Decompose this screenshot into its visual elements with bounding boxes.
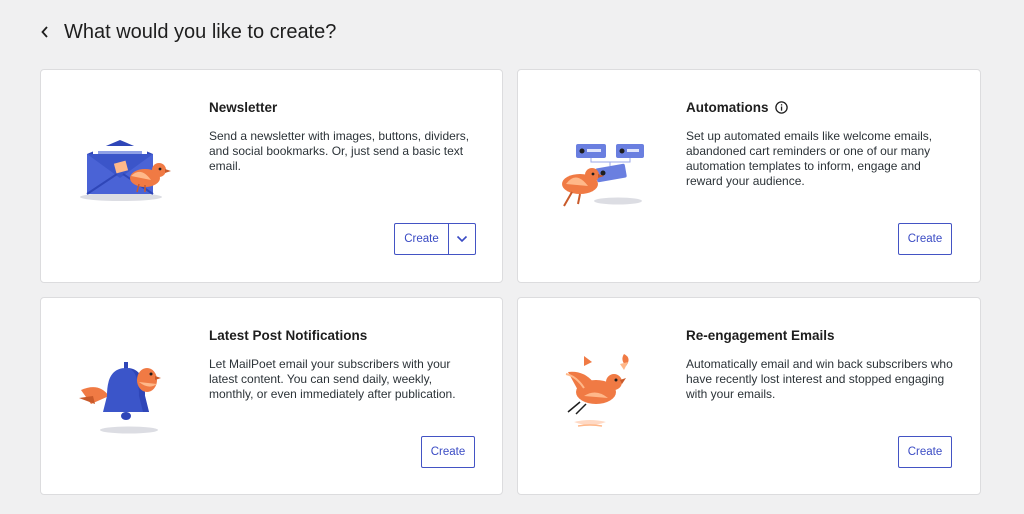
latest-post-notifications-title: Latest Post Notifications (209, 328, 368, 343)
re-engagement-illustration (565, 354, 629, 427)
back-button[interactable] (40, 18, 60, 46)
info-icon[interactable] (774, 101, 788, 114)
post-notifications-illustration (79, 362, 161, 434)
automations-title: Automations (686, 100, 788, 115)
re-engagement-emails-description: Automatically email and win back subscri… (686, 357, 953, 401)
re-engagement-emails-title: Re-engagement Emails (686, 328, 835, 343)
newsletter-card: Newsletter Send a newsletter with images… (40, 69, 503, 283)
automations-description: Set up automated emails like welcome ema… (686, 129, 933, 188)
newsletter-description: Send a newsletter with images, buttons, … (209, 129, 470, 173)
page-header: What would you like to create? (40, 18, 336, 46)
newsletter-create-button[interactable]: Create (395, 224, 449, 254)
latest-post-notifications-card: Latest Post Notifications Let MailPoet e… (40, 297, 503, 495)
latest-post-notifications-description: Let MailPoet email your subscribers with… (209, 357, 456, 401)
newsletter-create-dropdown-toggle[interactable] (449, 224, 475, 254)
newsletter-create-split-button: Create (394, 223, 476, 255)
re-engagement-emails-create-button[interactable]: Create (898, 436, 952, 468)
automations-title-text: Automations (686, 100, 769, 115)
newsletter-title: Newsletter (209, 100, 278, 115)
latest-post-notifications-create-button[interactable]: Create (421, 436, 475, 468)
chevron-left-icon (41, 26, 48, 38)
automations-card: Automations Set up automated emails like… (517, 69, 981, 283)
automations-create-button[interactable]: Create (898, 223, 952, 255)
re-engagement-emails-card: Re-engagement Emails Automatically email… (517, 297, 981, 495)
page-title: What would you like to create? (64, 20, 337, 43)
automations-illustration (562, 144, 644, 207)
newsletter-illustration (80, 140, 171, 201)
chevron-down-icon (456, 235, 468, 243)
